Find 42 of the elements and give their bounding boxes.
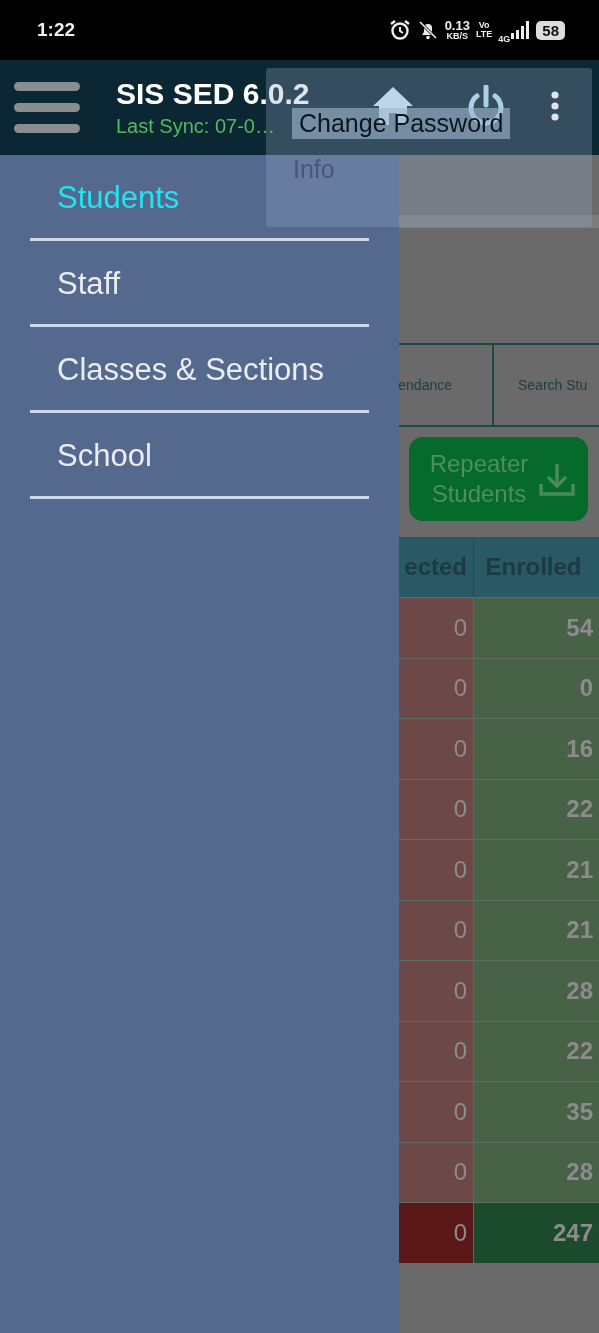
menu-item[interactable]: Change Password (292, 108, 511, 139)
bell-off-icon (416, 19, 439, 41)
table-cell: 0 (399, 961, 473, 1021)
menu-icon[interactable] (14, 81, 80, 134)
volte-label: LTE (475, 30, 493, 39)
table-cell: 0 (399, 1142, 473, 1202)
total-cell: 247 (473, 1203, 599, 1263)
signal-icon (510, 20, 531, 40)
table-cell: 0 (399, 658, 473, 718)
table-cell: 0 (399, 598, 473, 658)
table-cell: 35 (473, 1082, 599, 1142)
network-speed: 0.13 (444, 19, 470, 32)
table-cell: 16 (473, 719, 599, 779)
more-options-icon[interactable] (550, 91, 560, 121)
download-icon (539, 462, 575, 496)
drawer-item[interactable]: Staff (57, 265, 121, 302)
table-cell: 22 (473, 1021, 599, 1081)
table-cell: 54 (473, 598, 599, 658)
table-cell: 28 (473, 1142, 599, 1202)
table-cell: 0 (399, 1021, 473, 1081)
speed-unit: KB/S (446, 31, 469, 41)
alarm-icon (388, 19, 411, 41)
network-type: 4G (498, 34, 511, 44)
drawer-item[interactable]: Classes & Sections (57, 351, 325, 388)
app-title: SIS SED 6.0.2 (116, 77, 310, 111)
table-cell: 21 (473, 840, 599, 900)
total-cell: 0 (399, 1203, 473, 1263)
table-cell: 28 (473, 961, 599, 1021)
table-cell: 22 (473, 779, 599, 839)
table-cell: 0 (399, 719, 473, 779)
drawer-item[interactable]: School (57, 437, 152, 474)
table-cell: 0 (399, 779, 473, 839)
battery-indicator: 58 (536, 20, 565, 40)
table-cell: 0 (399, 840, 473, 900)
table-cell: 0 (399, 900, 473, 960)
tab[interactable]: Search Stu (494, 345, 588, 425)
clock-time: 1:22 (37, 19, 76, 41)
table-cell: 21 (473, 900, 599, 960)
table-cell: 0 (473, 658, 599, 718)
volte-label: Vo (478, 21, 490, 30)
table-cell: 0 (399, 1082, 473, 1142)
drawer-item[interactable]: Students (57, 179, 180, 216)
